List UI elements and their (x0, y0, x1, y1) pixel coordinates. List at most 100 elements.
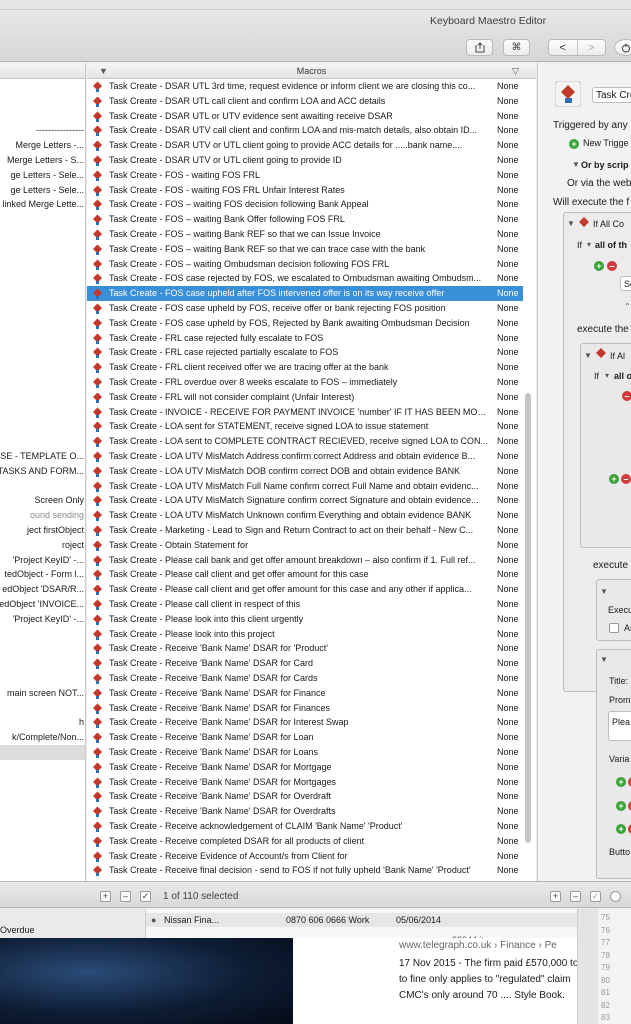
macro-row[interactable]: Task Create - Please call bank and get o… (87, 553, 523, 568)
group-row[interactable] (0, 301, 85, 316)
group-row[interactable] (0, 641, 85, 656)
macro-row[interactable]: Task Create - DSAR UTV or UTL client goi… (87, 138, 523, 153)
add-variable-icon-3[interactable]: + (616, 824, 626, 834)
macro-row[interactable]: Task Create - Receive 'Bank Name' DSAR f… (87, 760, 523, 775)
group-row[interactable]: Merge Letters - S... (0, 153, 85, 168)
macro-row[interactable]: Task Create - FRL case rejected partiall… (87, 345, 523, 360)
group-row[interactable] (0, 434, 85, 449)
macro-row[interactable]: Task Create - LOA UTV MisMatch Signature… (87, 493, 523, 508)
group-row[interactable]: Merge Letters -... (0, 138, 85, 153)
macro-row[interactable]: Task Create - LOA UTV MisMatch Address c… (87, 449, 523, 464)
add-nested-condition-icon[interactable]: + (609, 474, 619, 484)
macro-row[interactable]: Task Create - FOS – waiting Bank REF so … (87, 227, 523, 242)
macro-row[interactable]: Task Create - FOS – waiting Ombudsman de… (87, 257, 523, 272)
group-row[interactable]: tedObject - Form l... (0, 567, 85, 582)
group-row[interactable] (0, 331, 85, 346)
collapse-if-icon[interactable]: ▼ (567, 219, 575, 228)
group-row[interactable] (0, 257, 85, 272)
macro-row[interactable]: Task Create - Receive 'Bank Name' DSAR f… (87, 715, 523, 730)
macro-row[interactable]: Task Create - FOS case upheld by FOS, Re… (87, 316, 523, 331)
macro-row[interactable]: Task Create - DSAR UTL or UTV evidence s… (87, 109, 523, 124)
macros-scrollbar[interactable] (525, 393, 531, 843)
remove-condition-icon[interactable]: – (607, 261, 617, 271)
macro-row[interactable]: Task Create - FOS case rejected by FOS, … (87, 271, 523, 286)
macro-row[interactable]: Task Create - Receive 'Bank Name' DSAR f… (87, 656, 523, 671)
group-row[interactable]: ge Letters - Sele... (0, 168, 85, 183)
selector-chevron-icon[interactable]: ▾ (587, 240, 591, 249)
sort-right-icon[interactable]: ▽ (512, 63, 519, 79)
group-row[interactable] (0, 745, 85, 760)
group-row[interactable] (0, 419, 85, 434)
group-row[interactable] (0, 316, 85, 331)
macro-row[interactable]: Task Create - DSAR UTL 3rd time, request… (87, 79, 523, 94)
macro-row[interactable]: Task Create - Please call client in resp… (87, 597, 523, 612)
macro-row[interactable]: Task Create - Please call client and get… (87, 582, 523, 597)
macro-row[interactable]: Task Create - Receive 'Bank Name' DSAR f… (87, 745, 523, 760)
group-row[interactable] (0, 286, 85, 301)
macro-row[interactable]: Task Create - FOS – waiting Bank REF so … (87, 242, 523, 257)
enable-macro-checkbox[interactable]: ✓ (140, 891, 151, 902)
macro-row[interactable]: Task Create - FOS – waiting Bank Offer f… (87, 212, 523, 227)
group-row[interactable] (0, 701, 85, 716)
macro-name-field[interactable]: Task Cre (592, 87, 631, 103)
macro-row[interactable]: Task Create - LOA UTV MisMatch Full Name… (87, 479, 523, 494)
macro-row[interactable]: Task Create - Receive Evidence of Accoun… (87, 849, 523, 864)
group-row[interactable] (0, 656, 85, 671)
macro-row[interactable]: Task Create - FOS - waiting FOS FRL None (87, 168, 523, 183)
group-row[interactable] (0, 109, 85, 124)
macro-row[interactable]: Task Create - FOS – waiting FOS decision… (87, 197, 523, 212)
macro-row[interactable]: Task Create - Receive final decision - s… (87, 863, 523, 878)
group-row[interactable]: TASKS AND FORM... (0, 464, 85, 479)
async-checkbox[interactable] (609, 623, 619, 633)
macro-row[interactable]: Task Create - Receive 'Bank Name' DSAR f… (87, 775, 523, 790)
group-row[interactable] (0, 405, 85, 420)
add-macro-button[interactable]: + (100, 891, 111, 902)
group-row[interactable] (0, 671, 85, 686)
status-button[interactable] (614, 39, 631, 56)
all-of-the-selector[interactable]: all of th (595, 240, 627, 250)
group-row[interactable]: USE - TEMPLATE O... (0, 449, 85, 464)
remove-macro-button[interactable]: – (120, 891, 131, 902)
macro-row[interactable]: Task Create - Please call client and get… (87, 567, 523, 582)
macro-row[interactable]: Task Create - Receive acknowledgement of… (87, 819, 523, 834)
disclosure-icon[interactable]: ▼ (572, 160, 580, 169)
macro-row[interactable]: Task Create - INVOICE - RECEIVE FOR PAYM… (87, 405, 523, 420)
macro-row[interactable]: Task Create - LOA sent for STATEMENT, re… (87, 419, 523, 434)
group-row[interactable]: roject (0, 538, 85, 553)
collapse-nested-if-icon[interactable]: ▼ (584, 351, 592, 360)
macro-row[interactable]: Task Create - FOS case upheld by FOS, re… (87, 301, 523, 316)
group-row[interactable] (0, 212, 85, 227)
macro-row[interactable]: Task Create - FRL client received offer … (87, 360, 523, 375)
nested-all-of-selector[interactable]: all o (614, 371, 631, 381)
group-row[interactable] (0, 390, 85, 405)
macro-row[interactable]: Task Create - Receive 'Bank Name' DSAR f… (87, 671, 523, 686)
group-row[interactable] (0, 242, 85, 257)
group-row[interactable]: edObject 'INVOICE... (0, 597, 85, 612)
sort-left-icon[interactable]: ▼ (99, 63, 108, 79)
group-row[interactable]: edObject 'DSAR/R... (0, 582, 85, 597)
group-row[interactable]: 'Project KeyID' -... (0, 612, 85, 627)
stepper-icon[interactable]: ⌃ (624, 302, 631, 311)
collapse-execute-icon[interactable]: ▼ (600, 587, 608, 596)
macro-row[interactable]: Task Create - Please look into this proj… (87, 627, 523, 642)
remove-nested-condition-icon[interactable]: – (622, 391, 631, 401)
macro-row[interactable]: Task Create - Please look into this clie… (87, 612, 523, 627)
group-row[interactable]: h (0, 715, 85, 730)
macros-header[interactable]: ▼ Macros ▽ (87, 63, 536, 79)
group-row[interactable]: main screen NOT... (0, 686, 85, 701)
macro-row[interactable]: Task Create - Receive 'Bank Name' DSAR f… (87, 730, 523, 745)
nested-selector-chevron-icon[interactable]: ▾ (605, 371, 609, 380)
macro-row[interactable]: Task Create - FRL will not consider comp… (87, 390, 523, 405)
group-row[interactable] (0, 271, 85, 286)
group-row[interactable] (0, 94, 85, 109)
prompt-text-field[interactable]: Plea (608, 711, 631, 741)
enable-action-checkbox[interactable]: ✓ (590, 891, 601, 902)
add-trigger-icon[interactable]: + (569, 139, 579, 149)
remove-nested-condition-icon-2[interactable]: – (621, 474, 631, 484)
group-row[interactable] (0, 360, 85, 375)
macro-row[interactable]: Task Create - FRL case rejected fully es… (87, 331, 523, 346)
macro-row[interactable]: Task Create - Receive 'Bank Name' DSAR f… (87, 789, 523, 804)
macro-row[interactable]: Task Create - Marketing - Lead to Sign a… (87, 523, 523, 538)
macro-row[interactable]: Task Create - DSAR UTV or UTL client goi… (87, 153, 523, 168)
share-button[interactable] (466, 39, 493, 56)
